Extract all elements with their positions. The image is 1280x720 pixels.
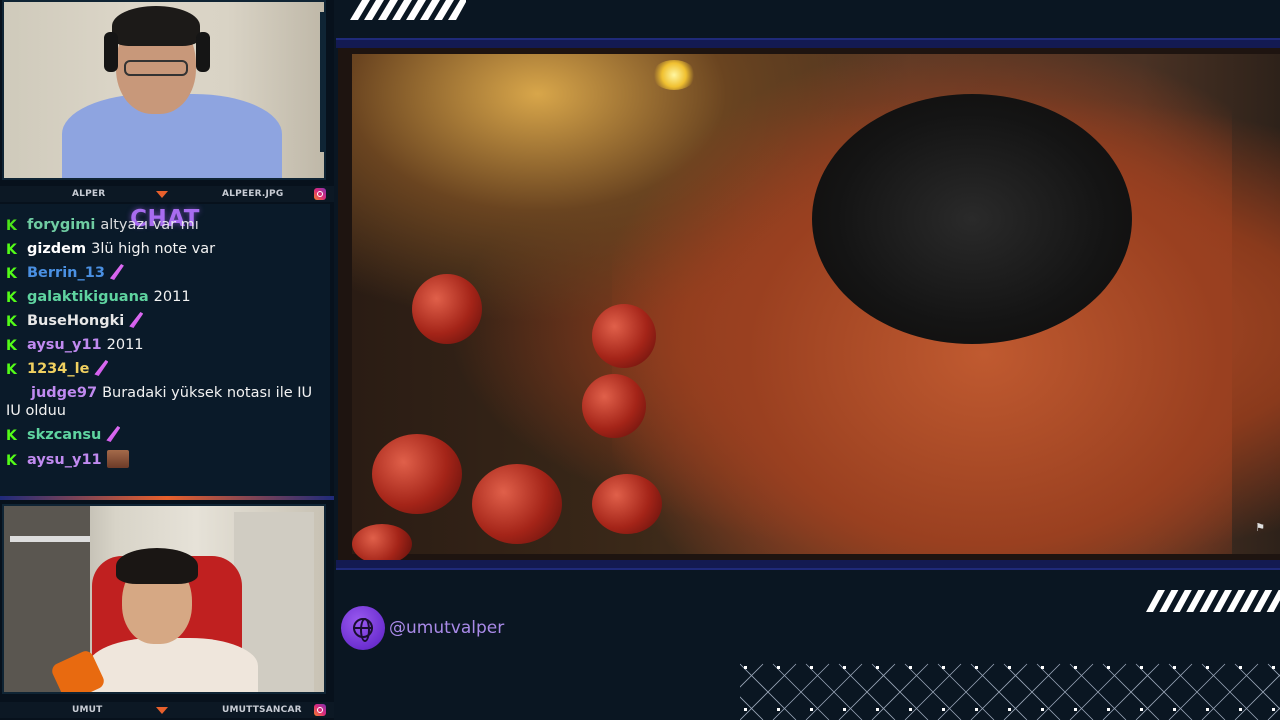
kick-badge-icon: K [6, 314, 17, 330]
instagram-handle: UMUTTSANCAR [222, 705, 302, 715]
feather-emote-icon [109, 264, 124, 280]
chat-username[interactable]: judge97 [31, 385, 97, 401]
scene-fruit [592, 474, 662, 534]
chat-text: altyazı var mı [100, 217, 199, 233]
divider [0, 496, 334, 500]
chat-message-list[interactable]: Kforygimi altyazı var mı Kgizdem 3lü high n… [6, 217, 326, 475]
webcam-umut-nameplate: UMUT UMUTTSANCAR [0, 702, 334, 718]
social-handle-text: @umutvalper [389, 618, 505, 638]
scene-fruit [582, 374, 646, 438]
scene-person-head [812, 94, 1132, 344]
chat-message: K BuseHongki [6, 312, 326, 330]
kick-badge-icon: K [6, 453, 17, 469]
chat-message: Kforygimi altyazı var mı [6, 216, 326, 234]
chat-message: Kskzcansu [6, 426, 326, 444]
instagram-icon [314, 704, 326, 716]
kick-badge-icon: K [6, 362, 17, 378]
feather-emote-icon [94, 360, 109, 376]
decorative-stripes [1146, 590, 1280, 612]
video-bottom-border [336, 560, 1280, 570]
chat-username[interactable]: skzcansu [27, 427, 101, 443]
instagram-icon [314, 188, 326, 200]
feather-emote-icon [129, 312, 144, 328]
flag-icon[interactable]: ⚑ [1252, 522, 1268, 534]
chevron-down-icon [156, 706, 168, 714]
chat-message: Kaysu_y11 [6, 450, 326, 469]
chat-message: Kgizdem 3lü high note var [6, 240, 326, 258]
chat-message: Kaysu_y11 2011 [6, 336, 326, 354]
chat-message: judge97 Buradaki yüksek notası ile IU IU … [6, 384, 326, 420]
streamer-name: ALPER [72, 189, 106, 199]
chat-username[interactable]: 1234_le [27, 361, 89, 377]
feather-emote-icon [106, 426, 121, 442]
scene-fruit [372, 434, 462, 514]
scene-lamp [652, 60, 696, 90]
kick-badge-icon: K [6, 290, 17, 306]
chat-text: 2011 [153, 289, 191, 305]
kick-badge-icon: K [6, 428, 17, 444]
left-column: ALPER ALPEER.JPG CHAT Kforygimi altyazı v… [0, 0, 334, 720]
chat-text: 3lü high note var [91, 241, 216, 257]
kick-badge-icon: K [6, 338, 17, 354]
decorative-lattice [740, 663, 1280, 720]
chat-username[interactable]: galaktikiguana [27, 289, 149, 305]
streamer-name: UMUT [72, 705, 103, 715]
chat-username[interactable]: forygimi [27, 217, 95, 233]
instagram-handle: ALPEER.JPG [222, 189, 284, 199]
webcam-alper [2, 0, 326, 180]
scene-fruit [592, 304, 656, 368]
video-frame: ⚑ [352, 54, 1280, 560]
scene-fruit [412, 274, 482, 344]
social-handle: @umutvalper [341, 606, 504, 650]
chevron-down-icon [156, 190, 168, 198]
webcam-umut [2, 504, 326, 694]
scene-fruit [472, 464, 562, 544]
globe-icon [341, 606, 385, 650]
chat-message: Kgalaktikiguana 2011 [6, 288, 326, 306]
chat-username[interactable]: Berrin_13 [27, 265, 105, 281]
video-player[interactable]: ⚑ [338, 48, 1280, 560]
chat-text: 2011 [106, 337, 144, 353]
face-emote-icon [106, 450, 129, 468]
video-top-border [336, 38, 1280, 48]
kick-badge-icon: K [6, 218, 17, 234]
chat-username[interactable]: aysu_y11 [27, 337, 102, 353]
decorative-stripes [350, 0, 466, 20]
chat-username[interactable]: aysu_y11 [27, 452, 102, 468]
chat-message: K 1234_le [6, 360, 326, 378]
kick-badge-icon: K [6, 266, 17, 282]
kick-badge-icon: K [6, 242, 17, 258]
chat-username[interactable]: BuseHongki [27, 313, 124, 329]
chat-message: K Berrin_13 [6, 264, 326, 282]
chat-panel: CHAT Kforygimi altyazı var mı Kgizdem 3lü h… [0, 204, 330, 496]
webcam-alper-nameplate: ALPER ALPEER.JPG [0, 186, 334, 202]
scene-fruit [352, 524, 412, 560]
chat-username[interactable]: gizdem [27, 241, 86, 257]
